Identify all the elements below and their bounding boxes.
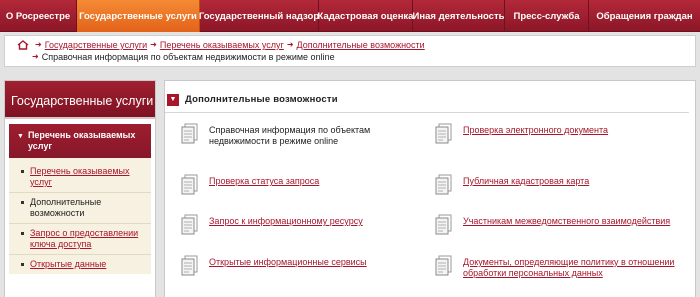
bullet-icon	[21, 201, 24, 204]
chevron-right-icon: ➜	[35, 40, 42, 49]
chevron-right-icon: ➜	[32, 52, 39, 61]
list-item-label[interactable]: Открытые информационные сервисы	[209, 257, 367, 267]
nav-item-state-supervision[interactable]: Государственный надзор	[199, 0, 319, 32]
sidebar-active-label: Перечень оказываемых услуг	[27, 130, 136, 151]
sidebar-item-label[interactable]: Запрос о предоставлении ключа доступа	[30, 228, 147, 250]
breadcrumb: ➜ Государственные услуги ➜ Перечень оказ…	[4, 35, 696, 67]
main-panel: ▼ Дополнительные возможности Справочная …	[164, 80, 696, 297]
list-item-label[interactable]: Проверка электронного документа	[463, 125, 608, 135]
sidebar-item-label: Дополнительные возможности	[30, 197, 102, 218]
list-item-privacy-policy[interactable]: Документы, определяющие политику в отнош…	[435, 255, 685, 279]
home-icon[interactable]	[17, 40, 29, 50]
bullet-icon	[21, 263, 24, 266]
list-item-cadastral-map[interactable]: Публичная кадастровая карта	[435, 174, 685, 196]
bullet-icon	[21, 232, 24, 235]
sidebar-title: Государственные услуги	[5, 81, 155, 119]
triangle-down-icon: ▼	[17, 133, 24, 140]
list-item-online-reference[interactable]: Справочная информация по объектам недвиж…	[181, 123, 431, 147]
document-icon	[181, 174, 198, 195]
document-icon	[435, 123, 452, 144]
bullet-icon	[21, 170, 24, 173]
sidebar-item-additional[interactable]: Дополнительные возможности	[9, 193, 151, 224]
list-item-interagency[interactable]: Участникам межведомственного взаимодейст…	[435, 214, 685, 236]
document-icon	[181, 255, 198, 276]
document-icon	[435, 174, 452, 195]
section-title: Дополнительные возможности	[185, 94, 338, 105]
sidebar-item-services-list[interactable]: Перечень оказываемых услуг	[9, 162, 151, 193]
breadcrumb-link-state-services[interactable]: Государственные услуги	[45, 39, 147, 51]
list-item-request-status[interactable]: Проверка статуса запроса	[181, 174, 431, 196]
nav-item-cadastral-valuation[interactable]: Кадастровая оценка	[318, 0, 413, 32]
document-icon	[181, 214, 198, 235]
list-item-label: Справочная информация по объектам недвиж…	[209, 125, 371, 146]
top-navigation: О Росреестре Государственные услуги Госу…	[0, 0, 700, 32]
nav-item-about[interactable]: О Росреестре	[0, 0, 77, 32]
list-item-label[interactable]: Документы, определяющие политику в отнош…	[463, 257, 674, 278]
list-item-open-services[interactable]: Открытые информационные сервисы	[181, 255, 431, 277]
list-item-label[interactable]: Публичная кадастровая карта	[463, 176, 589, 186]
list-item-label[interactable]: Участникам межведомственного взаимодейст…	[463, 216, 670, 226]
list-item-verify-document[interactable]: Проверка электронного документа	[435, 123, 685, 145]
sidebar-item-access-key[interactable]: Запрос о предоставлении ключа доступа	[9, 224, 151, 255]
nav-item-press-service[interactable]: Пресс-служба	[505, 0, 589, 32]
list-item-label[interactable]: Запрос к информационному ресурсу	[209, 216, 363, 226]
breadcrumb-current: Справочная информация по объектам недвиж…	[41, 52, 335, 62]
sidebar-active-section[interactable]: ▼ Перечень оказываемых услуг	[9, 124, 151, 158]
chevron-right-icon: ➜	[150, 40, 157, 49]
list-item-info-resource[interactable]: Запрос к информационному ресурсу	[181, 214, 431, 236]
nav-item-state-services[interactable]: Государственные услуги	[77, 0, 200, 32]
collapse-toggle-icon[interactable]: ▼	[167, 93, 179, 106]
section-header: ▼ Дополнительные возможности	[165, 87, 689, 113]
list-item-label[interactable]: Проверка статуса запроса	[209, 176, 319, 186]
sidebar-list: Перечень оказываемых услуг Дополнительны…	[9, 158, 151, 274]
document-icon	[435, 255, 452, 276]
document-icon	[181, 123, 198, 144]
document-icon	[435, 214, 452, 235]
sidebar-item-label[interactable]: Открытые данные	[30, 259, 106, 270]
sidebar-item-open-data[interactable]: Открытые данные	[9, 255, 151, 274]
sidebar-item-label[interactable]: Перечень оказываемых услуг	[30, 166, 147, 188]
chevron-right-icon: ➜	[286, 40, 294, 49]
breadcrumb-link-services-list[interactable]: Перечень оказываемых услуг	[160, 39, 284, 51]
breadcrumb-link-additional[interactable]: Дополнительные возможности	[297, 39, 425, 51]
nav-item-other-activity[interactable]: Иная деятельность	[413, 0, 505, 32]
sidebar: Государственные услуги ▼ Перечень оказыв…	[4, 80, 156, 297]
nav-item-citizen-appeals[interactable]: Обращения граждан	[589, 0, 700, 32]
